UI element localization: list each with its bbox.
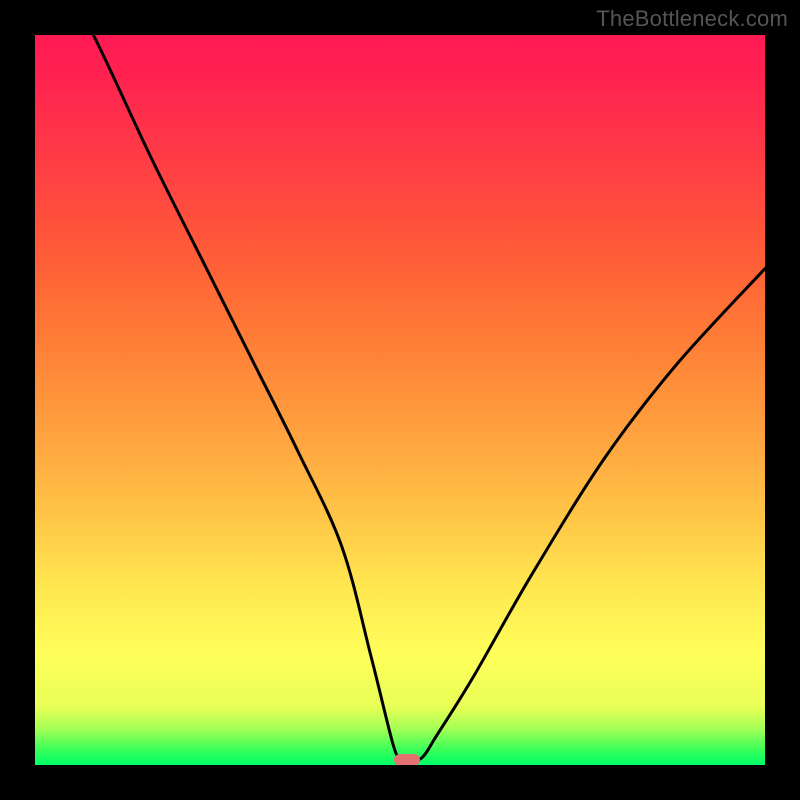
curve-layer (35, 35, 765, 765)
watermark-text: TheBottleneck.com (596, 6, 788, 32)
chart-frame: TheBottleneck.com (0, 0, 800, 800)
plot-area (35, 35, 765, 765)
bottleneck-curve-line (35, 35, 765, 761)
optimal-point-marker (394, 754, 420, 765)
